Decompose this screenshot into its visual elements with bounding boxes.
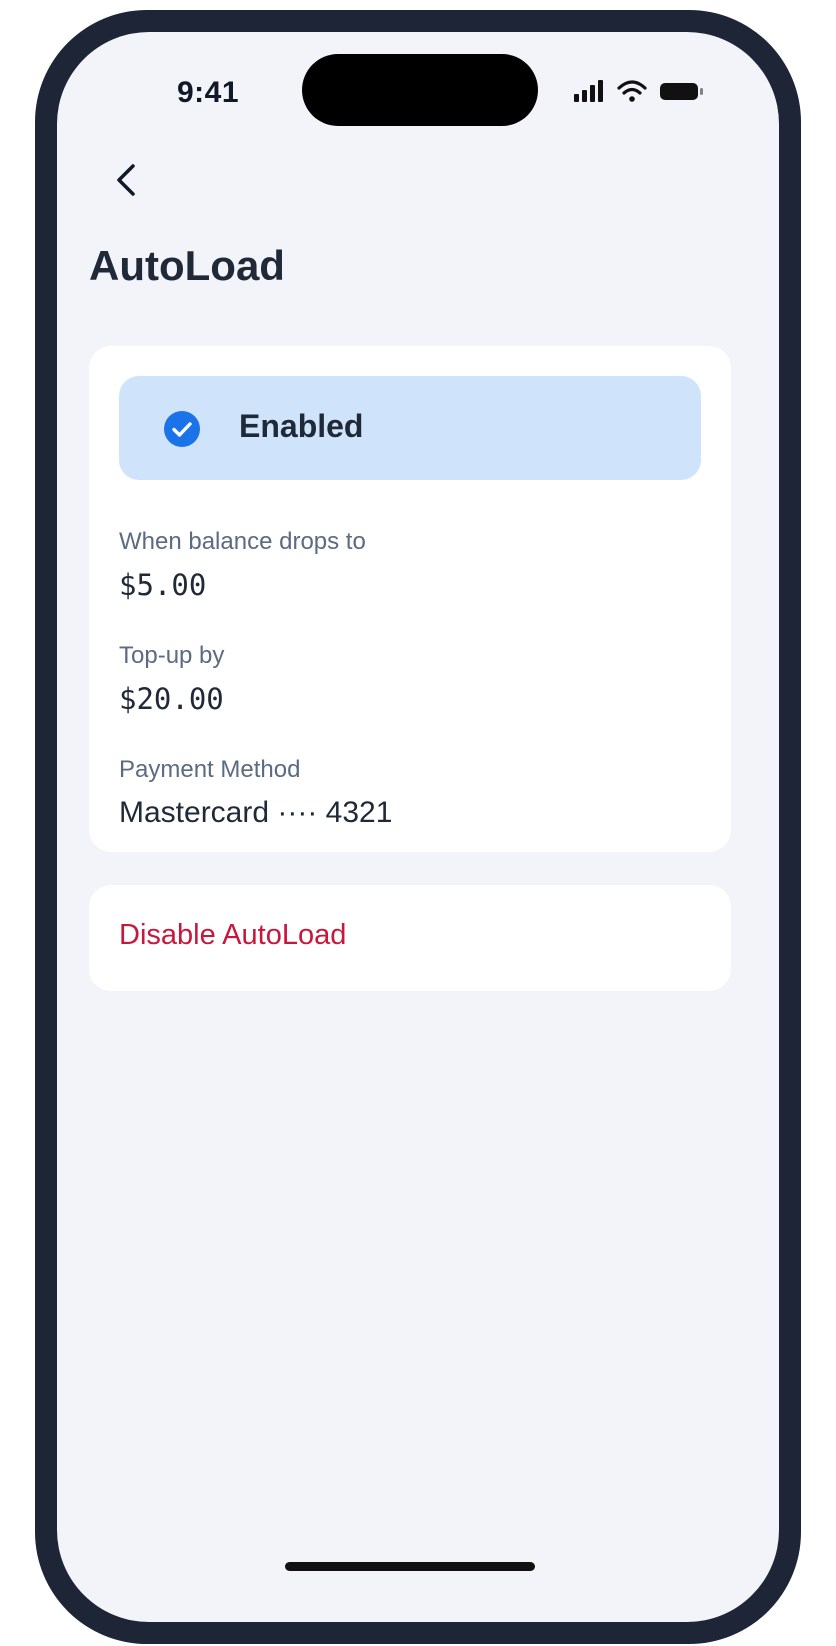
phone-frame: 9:41 AutoLoad Enabled When balance drops… [35, 10, 801, 1644]
battery-icon [660, 83, 703, 100]
check-circle-icon [164, 411, 200, 447]
status-time: 9:41 [177, 76, 240, 109]
disable-autoload-label: Disable AutoLoad [119, 919, 347, 951]
threshold-value: $5.00 [119, 568, 207, 602]
status-icons-svg [574, 80, 703, 102]
disable-autoload-button[interactable]: Disable AutoLoad [89, 885, 731, 991]
payment-method-label: Payment Method [119, 756, 301, 783]
status-banner: Enabled [119, 376, 701, 480]
back-button[interactable] [105, 157, 151, 203]
page-title: AutoLoad [89, 242, 285, 289]
home-indicator [285, 1562, 535, 1571]
chevron-left-icon [117, 164, 135, 196]
payment-method-value: Mastercard ···· 4321 [119, 796, 393, 829]
status-label: Enabled [239, 408, 364, 444]
autoload-details-card: Enabled When balance drops to $5.00 Top-… [89, 346, 731, 852]
screen: 9:41 AutoLoad Enabled When balance drops… [57, 32, 779, 1622]
topup-label: Top-up by [119, 642, 225, 669]
signal-icon [574, 80, 603, 102]
status-icons [572, 76, 722, 106]
threshold-label: When balance drops to [119, 528, 366, 555]
topup-value: $20.00 [119, 682, 224, 716]
wifi-icon [617, 80, 647, 102]
dynamic-island [302, 54, 538, 126]
